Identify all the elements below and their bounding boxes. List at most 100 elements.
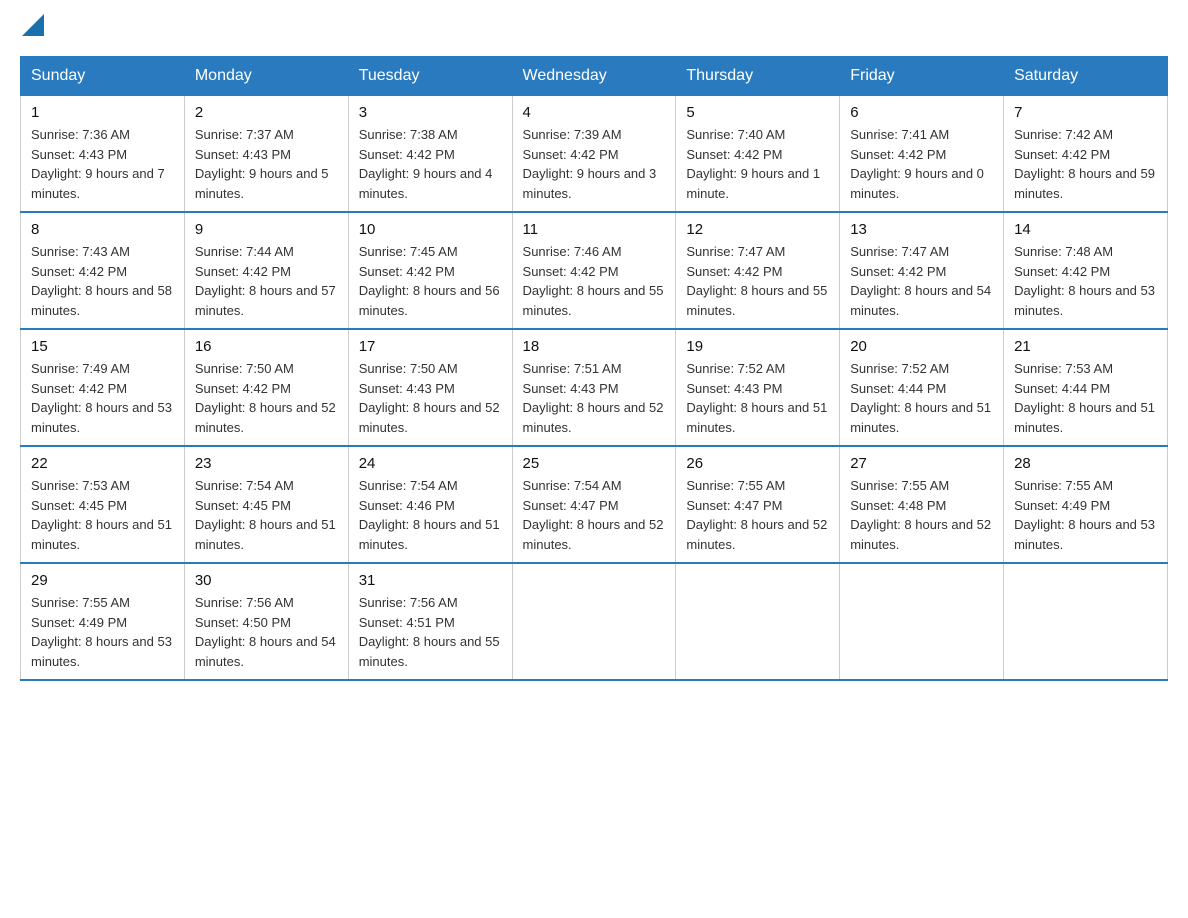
day-cell: 27 Sunrise: 7:55 AM Sunset: 4:48 PM Dayl… <box>840 446 1004 563</box>
day-number: 31 <box>359 572 502 589</box>
day-cell: 24 Sunrise: 7:54 AM Sunset: 4:46 PM Dayl… <box>348 446 512 563</box>
day-number: 2 <box>195 104 338 121</box>
day-info: Sunrise: 7:50 AM Sunset: 4:43 PM Dayligh… <box>359 359 502 437</box>
day-cell: 5 Sunrise: 7:40 AM Sunset: 4:42 PM Dayli… <box>676 96 840 213</box>
day-cell: 2 Sunrise: 7:37 AM Sunset: 4:43 PM Dayli… <box>184 96 348 213</box>
day-info: Sunrise: 7:43 AM Sunset: 4:42 PM Dayligh… <box>31 242 174 320</box>
day-info: Sunrise: 7:46 AM Sunset: 4:42 PM Dayligh… <box>523 242 666 320</box>
day-info: Sunrise: 7:49 AM Sunset: 4:42 PM Dayligh… <box>31 359 174 437</box>
day-info: Sunrise: 7:56 AM Sunset: 4:50 PM Dayligh… <box>195 593 338 671</box>
day-cell: 17 Sunrise: 7:50 AM Sunset: 4:43 PM Dayl… <box>348 329 512 446</box>
day-info: Sunrise: 7:55 AM Sunset: 4:47 PM Dayligh… <box>686 476 829 554</box>
day-cell: 1 Sunrise: 7:36 AM Sunset: 4:43 PM Dayli… <box>21 96 185 213</box>
day-number: 30 <box>195 572 338 589</box>
day-cell: 11 Sunrise: 7:46 AM Sunset: 4:42 PM Dayl… <box>512 212 676 329</box>
day-number: 11 <box>523 221 666 238</box>
day-cell <box>840 563 1004 680</box>
weekday-header-friday: Friday <box>840 57 1004 96</box>
day-cell: 23 Sunrise: 7:54 AM Sunset: 4:45 PM Dayl… <box>184 446 348 563</box>
day-number: 5 <box>686 104 829 121</box>
day-cell: 12 Sunrise: 7:47 AM Sunset: 4:42 PM Dayl… <box>676 212 840 329</box>
day-number: 3 <box>359 104 502 121</box>
day-info: Sunrise: 7:51 AM Sunset: 4:43 PM Dayligh… <box>523 359 666 437</box>
weekday-header-thursday: Thursday <box>676 57 840 96</box>
logo <box>20 20 44 36</box>
day-cell: 28 Sunrise: 7:55 AM Sunset: 4:49 PM Dayl… <box>1004 446 1168 563</box>
day-cell <box>676 563 840 680</box>
day-number: 25 <box>523 455 666 472</box>
day-info: Sunrise: 7:54 AM Sunset: 4:46 PM Dayligh… <box>359 476 502 554</box>
day-info: Sunrise: 7:56 AM Sunset: 4:51 PM Dayligh… <box>359 593 502 671</box>
day-info: Sunrise: 7:53 AM Sunset: 4:45 PM Dayligh… <box>31 476 174 554</box>
day-number: 28 <box>1014 455 1157 472</box>
day-info: Sunrise: 7:37 AM Sunset: 4:43 PM Dayligh… <box>195 125 338 203</box>
day-number: 10 <box>359 221 502 238</box>
day-cell: 26 Sunrise: 7:55 AM Sunset: 4:47 PM Dayl… <box>676 446 840 563</box>
day-number: 16 <box>195 338 338 355</box>
day-number: 22 <box>31 455 174 472</box>
week-row-5: 29 Sunrise: 7:55 AM Sunset: 4:49 PM Dayl… <box>21 563 1168 680</box>
weekday-header-sunday: Sunday <box>21 57 185 96</box>
day-number: 1 <box>31 104 174 121</box>
calendar-table: SundayMondayTuesdayWednesdayThursdayFrid… <box>20 56 1168 681</box>
week-row-2: 8 Sunrise: 7:43 AM Sunset: 4:42 PM Dayli… <box>21 212 1168 329</box>
day-info: Sunrise: 7:55 AM Sunset: 4:49 PM Dayligh… <box>1014 476 1157 554</box>
day-cell: 22 Sunrise: 7:53 AM Sunset: 4:45 PM Dayl… <box>21 446 185 563</box>
week-row-4: 22 Sunrise: 7:53 AM Sunset: 4:45 PM Dayl… <box>21 446 1168 563</box>
day-info: Sunrise: 7:55 AM Sunset: 4:48 PM Dayligh… <box>850 476 993 554</box>
day-info: Sunrise: 7:48 AM Sunset: 4:42 PM Dayligh… <box>1014 242 1157 320</box>
day-number: 13 <box>850 221 993 238</box>
day-number: 8 <box>31 221 174 238</box>
day-cell: 13 Sunrise: 7:47 AM Sunset: 4:42 PM Dayl… <box>840 212 1004 329</box>
day-cell: 18 Sunrise: 7:51 AM Sunset: 4:43 PM Dayl… <box>512 329 676 446</box>
week-row-1: 1 Sunrise: 7:36 AM Sunset: 4:43 PM Dayli… <box>21 96 1168 213</box>
day-info: Sunrise: 7:45 AM Sunset: 4:42 PM Dayligh… <box>359 242 502 320</box>
day-cell: 31 Sunrise: 7:56 AM Sunset: 4:51 PM Dayl… <box>348 563 512 680</box>
day-cell: 25 Sunrise: 7:54 AM Sunset: 4:47 PM Dayl… <box>512 446 676 563</box>
day-cell <box>1004 563 1168 680</box>
day-cell: 7 Sunrise: 7:42 AM Sunset: 4:42 PM Dayli… <box>1004 96 1168 213</box>
day-number: 18 <box>523 338 666 355</box>
day-info: Sunrise: 7:50 AM Sunset: 4:42 PM Dayligh… <box>195 359 338 437</box>
weekday-header-tuesday: Tuesday <box>348 57 512 96</box>
day-cell: 20 Sunrise: 7:52 AM Sunset: 4:44 PM Dayl… <box>840 329 1004 446</box>
day-info: Sunrise: 7:42 AM Sunset: 4:42 PM Dayligh… <box>1014 125 1157 203</box>
day-number: 19 <box>686 338 829 355</box>
day-number: 23 <box>195 455 338 472</box>
weekday-header-row: SundayMondayTuesdayWednesdayThursdayFrid… <box>21 57 1168 96</box>
day-cell: 6 Sunrise: 7:41 AM Sunset: 4:42 PM Dayli… <box>840 96 1004 213</box>
day-info: Sunrise: 7:47 AM Sunset: 4:42 PM Dayligh… <box>850 242 993 320</box>
day-info: Sunrise: 7:44 AM Sunset: 4:42 PM Dayligh… <box>195 242 338 320</box>
day-info: Sunrise: 7:52 AM Sunset: 4:44 PM Dayligh… <box>850 359 993 437</box>
day-cell: 30 Sunrise: 7:56 AM Sunset: 4:50 PM Dayl… <box>184 563 348 680</box>
day-number: 20 <box>850 338 993 355</box>
day-number: 14 <box>1014 221 1157 238</box>
day-info: Sunrise: 7:39 AM Sunset: 4:42 PM Dayligh… <box>523 125 666 203</box>
day-info: Sunrise: 7:52 AM Sunset: 4:43 PM Dayligh… <box>686 359 829 437</box>
day-info: Sunrise: 7:54 AM Sunset: 4:45 PM Dayligh… <box>195 476 338 554</box>
weekday-header-monday: Monday <box>184 57 348 96</box>
day-cell: 9 Sunrise: 7:44 AM Sunset: 4:42 PM Dayli… <box>184 212 348 329</box>
day-number: 27 <box>850 455 993 472</box>
day-info: Sunrise: 7:47 AM Sunset: 4:42 PM Dayligh… <box>686 242 829 320</box>
day-info: Sunrise: 7:38 AM Sunset: 4:42 PM Dayligh… <box>359 125 502 203</box>
day-info: Sunrise: 7:54 AM Sunset: 4:47 PM Dayligh… <box>523 476 666 554</box>
day-number: 15 <box>31 338 174 355</box>
day-info: Sunrise: 7:55 AM Sunset: 4:49 PM Dayligh… <box>31 593 174 671</box>
calendar-body: 1 Sunrise: 7:36 AM Sunset: 4:43 PM Dayli… <box>21 96 1168 681</box>
day-number: 4 <box>523 104 666 121</box>
day-cell: 10 Sunrise: 7:45 AM Sunset: 4:42 PM Dayl… <box>348 212 512 329</box>
logo-triangle-icon <box>22 14 44 36</box>
day-cell: 16 Sunrise: 7:50 AM Sunset: 4:42 PM Dayl… <box>184 329 348 446</box>
day-cell: 4 Sunrise: 7:39 AM Sunset: 4:42 PM Dayli… <box>512 96 676 213</box>
weekday-header-saturday: Saturday <box>1004 57 1168 96</box>
weekday-header-wednesday: Wednesday <box>512 57 676 96</box>
day-info: Sunrise: 7:36 AM Sunset: 4:43 PM Dayligh… <box>31 125 174 203</box>
page-header <box>20 20 1168 36</box>
day-number: 29 <box>31 572 174 589</box>
day-number: 7 <box>1014 104 1157 121</box>
day-number: 26 <box>686 455 829 472</box>
day-number: 17 <box>359 338 502 355</box>
day-number: 12 <box>686 221 829 238</box>
day-number: 9 <box>195 221 338 238</box>
